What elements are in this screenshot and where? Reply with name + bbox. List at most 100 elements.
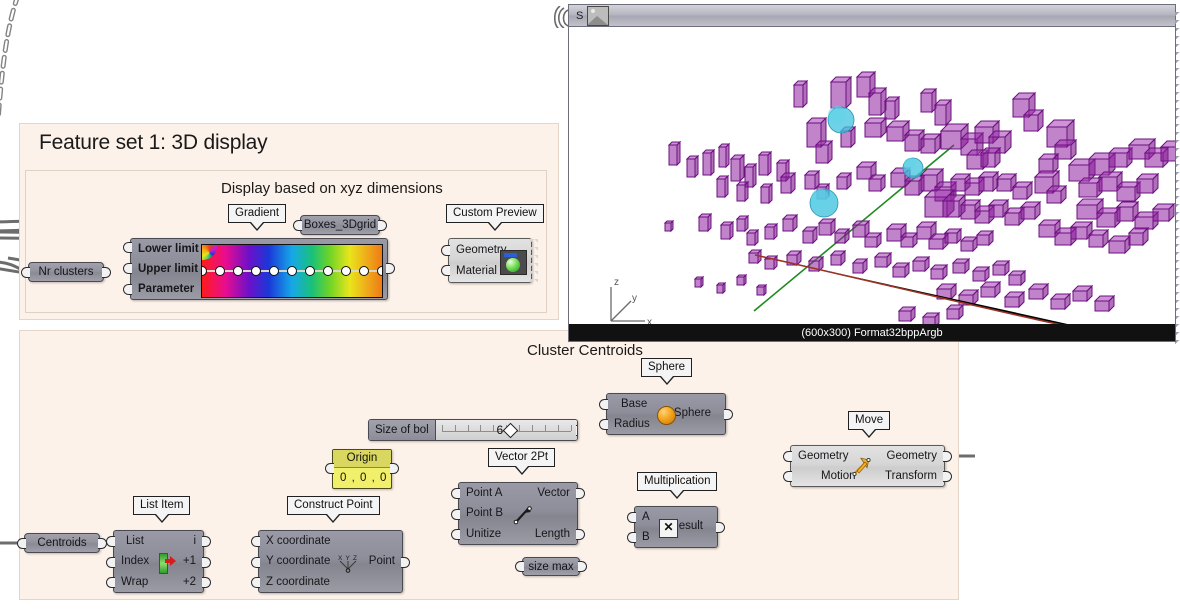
port-in[interactable] xyxy=(21,266,30,278)
gradient-handle[interactable] xyxy=(341,266,351,276)
multiplication-input-b: B xyxy=(642,531,650,543)
box-geometry xyxy=(697,212,713,233)
gradient-handle[interactable] xyxy=(202,266,207,276)
box-geometry xyxy=(1071,284,1094,303)
gradient-handle[interactable] xyxy=(215,266,225,276)
box-geometry xyxy=(719,220,735,241)
tag-move: Move xyxy=(848,411,891,438)
box-geometry xyxy=(763,222,779,241)
component-move[interactable]: Geometry Geometry Motion Transform xyxy=(783,445,952,487)
box-geometry xyxy=(747,248,763,265)
port-in[interactable] xyxy=(515,561,524,572)
group-title-feature-set-1: Feature set 1: 3D display xyxy=(39,131,268,154)
gradient-handle[interactable] xyxy=(269,266,279,276)
slider-size-of-bol[interactable]: Size of bol 6 xyxy=(368,419,578,441)
viewport-title: S xyxy=(576,9,584,22)
param-size-max-label: size max xyxy=(528,560,574,573)
tag-construct-point: Construct Point xyxy=(287,496,380,523)
cluster-sphere xyxy=(827,106,855,134)
xyz-point-icon: X Y Z xyxy=(337,553,361,573)
slider-track[interactable]: 6 xyxy=(435,420,577,440)
box-geometry xyxy=(1093,294,1116,313)
window-grip-icon xyxy=(554,6,569,28)
gradient-handle[interactable] xyxy=(287,266,297,276)
box-geometry xyxy=(929,263,949,281)
box-geometry xyxy=(1003,290,1026,309)
image-icon[interactable] xyxy=(587,5,610,26)
gradient-handle[interactable] xyxy=(305,266,315,276)
panel-origin[interactable]: Origin 0 , 0 , 0 xyxy=(325,449,399,489)
tag-list-item: List Item xyxy=(133,496,191,523)
port-in[interactable] xyxy=(293,219,302,231)
gradient-handles[interactable] xyxy=(202,245,382,297)
box-geometry xyxy=(919,132,942,155)
list-item-input-index: Index xyxy=(121,555,150,568)
box-geometry xyxy=(943,227,963,245)
box-geometry xyxy=(814,139,834,165)
gradient-handle[interactable] xyxy=(251,266,261,276)
port-in[interactable] xyxy=(325,463,334,474)
box-geometry xyxy=(685,154,700,179)
vector-arrow-icon xyxy=(513,505,533,525)
cluster-sphere xyxy=(809,188,839,218)
axis-label-z: z xyxy=(614,277,619,288)
custom-preview-input-material: Material xyxy=(456,265,497,278)
viewport-canvas[interactable]: z y x (600x300) Format32bppArgb xyxy=(568,26,1176,342)
grasshopper-canvas[interactable]: Feature set 1: 3D display Display based … xyxy=(0,0,1180,610)
box-geometry xyxy=(745,228,760,247)
box-geometry xyxy=(1135,172,1160,195)
gradient-handle[interactable] xyxy=(233,266,243,276)
slider-label: Size of bol xyxy=(369,420,436,440)
multiply-icon: ✕ xyxy=(659,519,678,538)
box-geometry xyxy=(863,231,883,249)
param-centroids[interactable]: Centroids xyxy=(17,533,107,553)
box-geometry xyxy=(957,288,980,307)
component-gradient[interactable]: Lower limit Upper limit Parameter xyxy=(123,238,395,300)
gradient-handle[interactable] xyxy=(359,266,369,276)
list-item-icon xyxy=(159,553,177,574)
param-size-max[interactable]: size max xyxy=(515,557,587,576)
panel-origin-value[interactable]: 0 , 0 , 0 xyxy=(333,468,391,489)
box-geometry xyxy=(693,275,705,289)
gradient-color-strip[interactable] xyxy=(201,244,383,298)
box-geometry xyxy=(977,170,1000,193)
list-item-input-wrap: Wrap xyxy=(121,575,149,588)
component-list-item[interactable]: List i Index +1 Wrap +2 xyxy=(106,530,211,593)
gradient-handle[interactable] xyxy=(377,266,382,276)
box-geometry xyxy=(975,229,995,247)
axis-gizmo-icon: z y x xyxy=(610,277,652,328)
preview-zigzag-edge xyxy=(530,239,538,282)
port-out[interactable] xyxy=(102,266,111,278)
box-geometry xyxy=(873,251,893,269)
component-multiplication[interactable]: A B Result ✕ xyxy=(627,506,725,548)
box-geometry xyxy=(829,75,853,110)
gradient-handle[interactable] xyxy=(323,266,333,276)
component-vector-2pt[interactable]: Point A Vector Point B Unitize Length xyxy=(451,482,585,545)
box-geometry xyxy=(755,283,768,297)
viewport-titlebar[interactable]: S xyxy=(568,4,1176,26)
box-geometry xyxy=(867,173,887,193)
move-output-geometry: Geometry xyxy=(886,450,938,462)
box-geometry xyxy=(717,142,731,169)
box-geometry xyxy=(991,259,1011,277)
box-geometry xyxy=(785,249,803,267)
component-construct-point[interactable]: X coordinate Y coordinate Point Z coordi… xyxy=(251,530,410,593)
box-geometry xyxy=(891,261,911,279)
box-geometry xyxy=(1045,184,1068,205)
box-geometry xyxy=(933,98,953,127)
component-custom-preview[interactable]: Geometry Material xyxy=(441,238,538,283)
box-geometry xyxy=(883,95,901,121)
param-boxes-3dgrid[interactable]: Boxes_3Dgrid xyxy=(293,215,387,235)
viewport-window[interactable]: S z y x (600x300) Format32bppArgb xyxy=(554,4,1180,347)
port-in[interactable] xyxy=(17,537,26,549)
param-nr-clusters[interactable]: Nr clusters xyxy=(21,262,111,282)
list-item-output-i: i xyxy=(193,535,196,548)
param-boxes-3dgrid-label: Boxes_3Dgrid xyxy=(303,219,377,231)
port-out[interactable] xyxy=(576,425,577,436)
construct-point-input-y: Y coordinate xyxy=(266,555,331,568)
port-out[interactable] xyxy=(378,219,387,231)
sphere-input-radius: Radius xyxy=(614,418,650,430)
move-output-transform: Transform xyxy=(885,470,937,482)
box-geometry xyxy=(807,255,825,273)
component-sphere[interactable]: Base Radius Sphere xyxy=(599,393,733,435)
